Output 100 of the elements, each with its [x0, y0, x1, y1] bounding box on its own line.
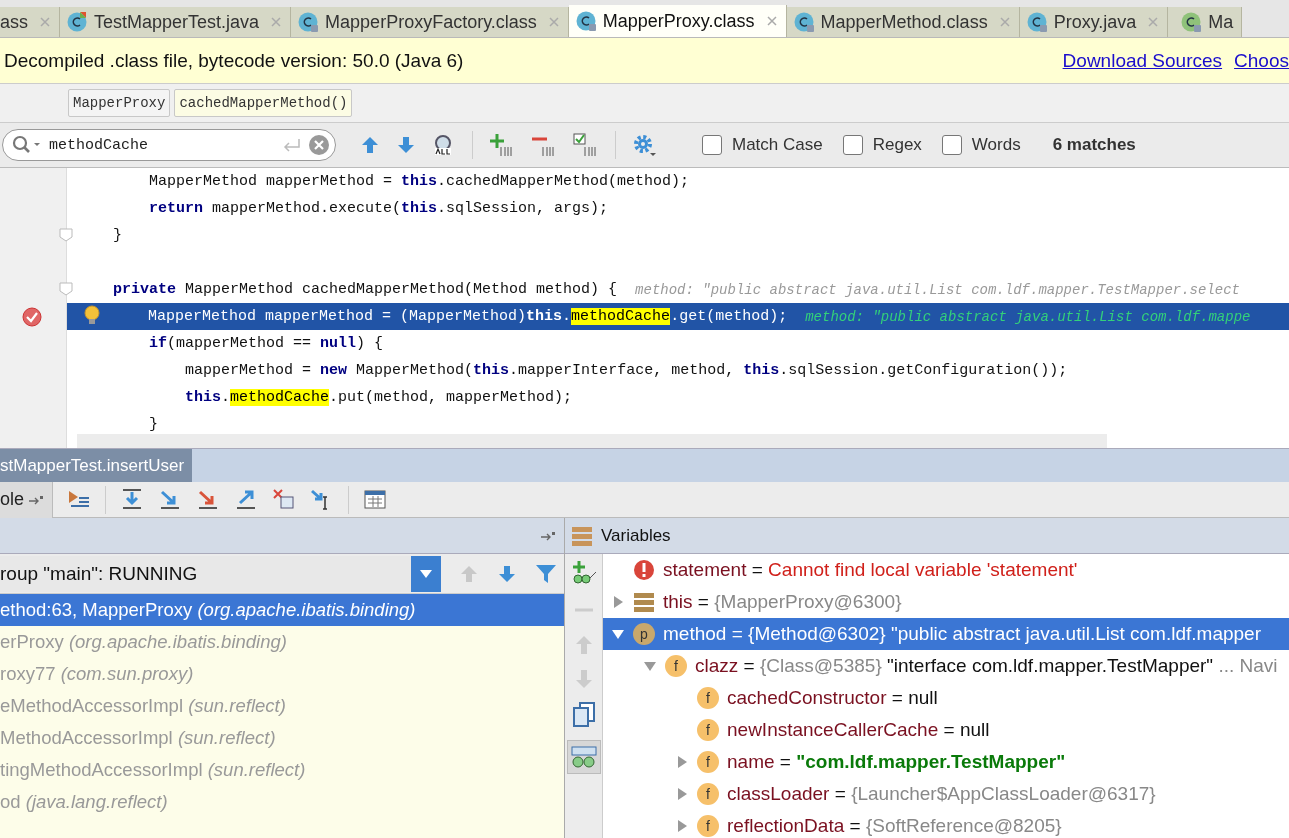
interface-icon — [1181, 11, 1204, 33]
close-icon[interactable] — [39, 16, 51, 28]
code-line: MapperMethod mapperMethod = this.cachedMapperMethod(method); — [148, 173, 690, 190]
fold-marker-icon[interactable] — [59, 282, 73, 296]
close-icon[interactable] — [998, 16, 1011, 28]
code-line: mapperMethod = new MapperMethod(this.mapperInterface, method, this.sqlSession.getConfiguration()); — [184, 362, 1068, 379]
collapsed-arrow-icon[interactable] — [675, 787, 689, 801]
checkbox[interactable]: Match Case — [702, 135, 823, 155]
watches-toggle-button[interactable] — [566, 740, 601, 774]
class-icon — [1026, 11, 1049, 33]
checkbox[interactable]: Words — [941, 135, 1021, 155]
stack-frame[interactable]: ethod:63, MapperProxy (org.apache.ibatis.binding) — [0, 594, 564, 626]
close-icon[interactable] — [270, 16, 283, 28]
enter-icon — [282, 137, 302, 153]
lightbulb-icon[interactable] — [82, 305, 102, 327]
clear-icon[interactable] — [308, 134, 330, 156]
variable-row[interactable]: statement = Cannot find local variable 'statement' — [603, 554, 1289, 586]
match-count: 6 matches — [1052, 135, 1136, 155]
code-line: if(mapperMethod == null) { — [148, 335, 384, 352]
field-icon: f — [697, 815, 719, 837]
field-icon: f — [697, 783, 719, 805]
horizontal-scrollbar[interactable] — [77, 434, 1107, 448]
pin-icon[interactable] — [540, 530, 556, 541]
file-tab[interactable]: MapperProxy.class — [568, 5, 787, 37]
link[interactable]: Download Sources — [1062, 49, 1223, 72]
copy-icon[interactable] — [571, 702, 596, 728]
file-tab[interactable]: MapperProxyFactory.class — [291, 7, 569, 37]
variable-value: name = "com.ldf.mapper.TestMapper" — [727, 751, 1066, 773]
file-tab[interactable]: Proxy.java — [1019, 7, 1169, 37]
breadcrumb[interactable]: cachedMapperMethod() — [174, 89, 353, 117]
close-icon[interactable] — [547, 16, 560, 28]
down-arrow-icon[interactable] — [396, 135, 416, 155]
filter-icon[interactable] — [535, 562, 557, 585]
variable-row[interactable]: f name = "com.ldf.mapper.TestMapper" — [603, 746, 1289, 778]
expanded-arrow-icon[interactable] — [611, 627, 625, 641]
code-line: this.methodCache.put(method, mapperMethod); — [184, 389, 573, 406]
inline-value-hint: method: "public abstract java.util.List com.ldf.mappe — [805, 308, 1251, 325]
link[interactable]: Choos — [1234, 49, 1289, 72]
parameter-icon: p — [633, 623, 655, 645]
variable-row[interactable]: this = {MapperProxy@6300} — [603, 586, 1289, 618]
settings-icon[interactable] — [632, 133, 656, 157]
code-line: return mapperMethod.execute(this.sqlSession, args); — [148, 200, 609, 217]
field-icon: f — [697, 751, 719, 773]
down-arrow-icon[interactable] — [497, 563, 517, 584]
file-tab[interactable]: ass — [0, 7, 60, 37]
variable-row[interactable]: f classLoader = {Launcher$AppClassLoader@6317} — [603, 778, 1289, 810]
checkbox[interactable]: Regex — [842, 135, 922, 155]
breakpoint-icon[interactable] — [22, 306, 42, 327]
variable-value: classLoader = {Launcher$AppClassLoader@6317} — [727, 783, 1156, 805]
search-icon[interactable] — [12, 135, 42, 155]
class-icon — [298, 11, 321, 33]
dropdown-arrow-icon — [419, 568, 433, 579]
field-icon: f — [697, 687, 719, 709]
variable-row[interactable]: p method = {Method@6302} "public abstract java.util.List com.ldf.mapper — [603, 618, 1289, 650]
collapsed-arrow-icon[interactable] — [611, 595, 625, 609]
class-icon — [575, 10, 598, 32]
variable-value: reflectionData = {SoftReference@8205} — [727, 815, 1062, 837]
select-all-occurrences-icon[interactable] — [573, 133, 599, 157]
variable-row[interactable]: f clazz = {Class@5385} "interface com.ldf.mapper.TestMapper" ... Navi — [603, 650, 1289, 682]
collapsed-arrow-icon[interactable] — [675, 819, 689, 833]
code-line: } — [148, 416, 158, 433]
evaluate-expression-icon[interactable] — [363, 487, 388, 512]
variable-value: this = {MapperProxy@6300} — [663, 591, 902, 613]
drop-frame-icon[interactable] — [272, 487, 297, 512]
pin-icon — [28, 494, 45, 505]
code-line: private MapperMethod cachedMapperMethod(Method method) { — [112, 281, 619, 298]
panel-title: Variables — [601, 525, 671, 546]
search-field[interactable]: methodCache — [2, 129, 336, 161]
close-icon[interactable] — [765, 15, 778, 27]
variable-value: clazz = {Class@5385} "interface com.ldf.mapper.TestMapper" ... Navi — [695, 655, 1278, 677]
file-tab[interactable]: MapperMethod.class — [786, 7, 1020, 37]
variable-row[interactable]: f cachedConstructor = null — [603, 682, 1289, 714]
variable-value: statement = Cannot find local variable 'statement' — [663, 559, 1078, 581]
console-tab[interactable]: ole — [0, 481, 54, 518]
variable-row[interactable]: f newInstanceCallerCache = null — [603, 714, 1289, 746]
file-tab[interactable]: Ma — [1168, 7, 1243, 37]
thread-dropdown[interactable]: roup "main": RUNNING — [0, 555, 441, 592]
variable-row[interactable]: f reflectionData = {SoftReference@8205} — [603, 810, 1289, 838]
class-icon — [793, 11, 816, 33]
up-arrow-icon[interactable] — [360, 135, 380, 155]
object-icon — [633, 591, 655, 613]
variable-value: method = {Method@6302} "public abstract java.util.List com.ldf.mapper — [663, 623, 1261, 645]
inline-value-hint: method: "public abstract java.util.List com.ldf.mapper.TestMapper.select — [635, 281, 1240, 298]
variables-icon — [571, 524, 593, 547]
expanded-arrow-icon[interactable] — [643, 659, 657, 673]
fold-marker-icon[interactable] — [59, 228, 73, 242]
breadcrumb[interactable]: MapperProxy — [68, 89, 171, 117]
file-tab[interactable]: TestMapperTest.java — [60, 7, 292, 37]
collapsed-arrow-icon[interactable] — [675, 755, 689, 769]
notice-text: Decompiled .class file, bytecode version: 50.0 (Java 6) — [4, 49, 464, 72]
field-icon: f — [665, 655, 687, 677]
error-icon — [633, 559, 655, 581]
add-occurrence-icon[interactable] — [489, 133, 515, 157]
glasses-icon — [570, 745, 597, 769]
variable-value: cachedConstructor = null — [727, 687, 938, 709]
variable-value: newInstanceCallerCache = null — [727, 719, 990, 741]
close-icon[interactable] — [1147, 16, 1160, 28]
field-icon: f — [697, 719, 719, 741]
test-class-icon — [67, 11, 89, 33]
code-line: MapperMethod mapperMethod = (MapperMethod)this.methodCache.get(method); — [147, 308, 789, 325]
